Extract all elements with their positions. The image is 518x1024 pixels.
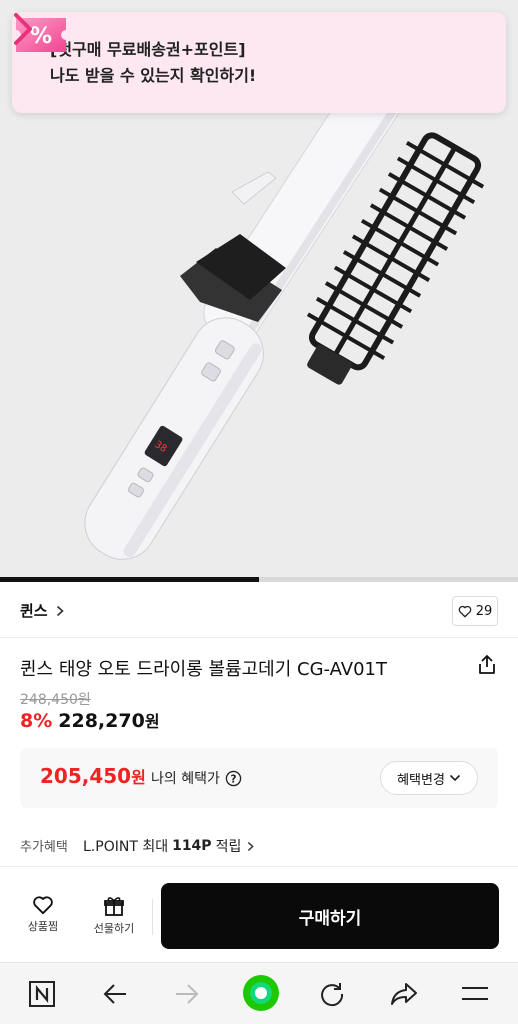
share-page-button[interactable] (388, 979, 420, 1009)
benefit-change-button[interactable]: 혜택변경 (380, 761, 478, 795)
chevron-right-icon (248, 841, 255, 851)
arrow-right-icon (176, 984, 199, 1004)
chevron-right-icon (14, 13, 32, 45)
hamburger-menu-icon (462, 987, 488, 1000)
lpoint-prefix: L.POINT 최대 (83, 839, 169, 855)
gift-label: 선물하기 (93, 922, 135, 935)
promo-title: [첫구매 무료배송권+포인트] (50, 39, 246, 59)
share-arrow-icon (391, 983, 417, 1005)
arrow-left-icon (103, 984, 126, 1004)
heart-icon (33, 896, 53, 915)
buy-button[interactable]: 구매하기 (161, 883, 499, 949)
price-row: 8% 228,270 원 (20, 708, 160, 732)
brand-link[interactable]: 퀸스 (20, 600, 64, 621)
product-title: 퀸스 태양 오토 드라이롱 볼륨고데기 CG-AV01T (20, 659, 387, 680)
forward-button[interactable] (171, 979, 203, 1009)
lpoint-benefit-link[interactable]: L.POINT 최대 114P 적립 (83, 836, 255, 856)
svg-text:?: ? (230, 773, 236, 785)
chevron-right-icon (56, 605, 64, 616)
lpoint-amount: 114P (172, 838, 212, 854)
benefit-label-text: 나의 혜택가 (151, 771, 220, 787)
naver-home-button[interactable] (26, 979, 58, 1009)
help-icon[interactable]: ? (225, 770, 242, 787)
promo-subtitle: 나도 받을 수 있는지 확인하기! (50, 65, 257, 85)
product-image[interactable]: 38 % [첫구매 무료배송권+포인트] 나도 받을 수 있는지 확인하기! (0, 0, 518, 580)
chevron-down-icon (449, 774, 460, 782)
gift-icon (104, 897, 124, 916)
naver-n-icon (29, 981, 55, 1007)
discount-rate: 8% (20, 710, 53, 732)
brand-row: 퀸스 29 (0, 582, 518, 638)
extra-benefit-label: 추가혜택 (20, 840, 68, 855)
wishlist-button[interactable]: 상품찜 (18, 895, 68, 934)
heart-icon (458, 605, 471, 617)
benefit-label: 나의 혜택가 ? (151, 768, 242, 788)
benefit-price-currency: 원 (131, 768, 146, 787)
refresh-icon (321, 983, 344, 1007)
green-dot-button[interactable] (243, 975, 279, 1011)
green-dot-icon (243, 975, 279, 1011)
back-button[interactable] (99, 979, 131, 1009)
menu-button[interactable] (459, 979, 491, 1009)
benefit-price: 205,450원 (40, 764, 146, 788)
price-currency: 원 (144, 712, 160, 731)
divider (152, 899, 153, 935)
original-price: 248,450원 (20, 692, 91, 708)
browser-toolbar (0, 962, 518, 1024)
purchase-bar: 상품찜 선물하기 구매하기 (0, 866, 518, 962)
my-benefit-box: 205,450원 나의 혜택가 ? 혜택변경 (20, 748, 498, 808)
wishlist-label: 상품찜 (27, 920, 59, 933)
share-icon[interactable] (476, 654, 498, 676)
benefit-price-value: 205,450 (40, 764, 132, 788)
like-count: 29 (475, 603, 493, 619)
like-button[interactable]: 29 (452, 596, 498, 626)
sale-price: 228,270 (58, 710, 145, 732)
benefit-change-label: 혜택변경 (397, 772, 445, 788)
first-purchase-promo-banner[interactable]: % [첫구매 무료배송권+포인트] 나도 받을 수 있는지 확인하기! (12, 12, 506, 113)
refresh-button[interactable] (316, 979, 348, 1009)
lpoint-suffix: 적립 (215, 839, 242, 855)
gift-button[interactable]: 선물하기 (86, 895, 142, 936)
brand-name: 퀸스 (20, 602, 48, 620)
